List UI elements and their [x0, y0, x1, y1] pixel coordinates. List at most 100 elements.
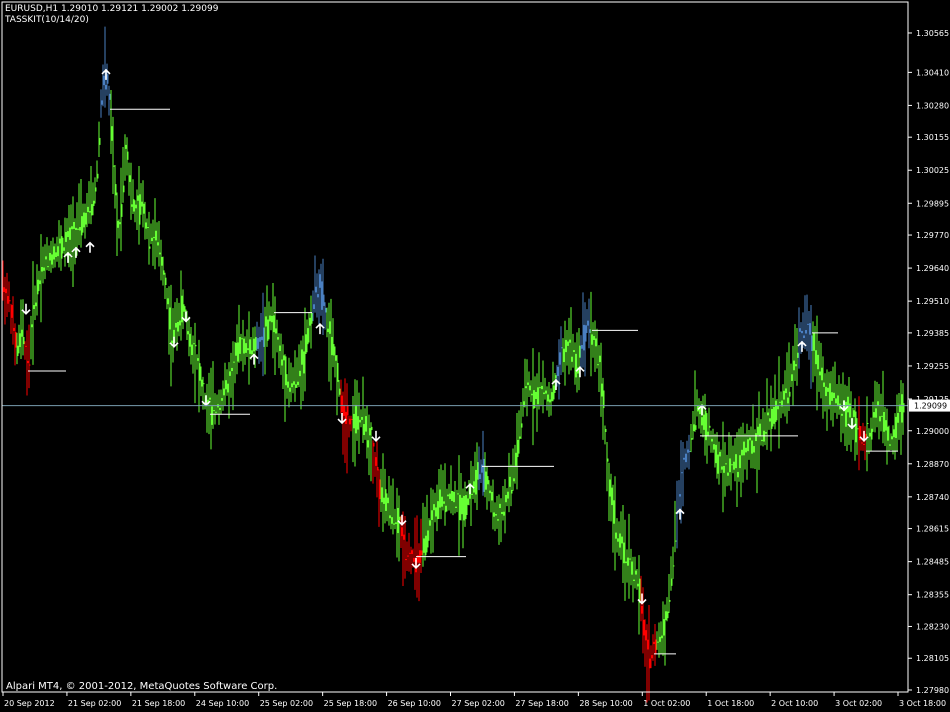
price-bar-body — [614, 532, 617, 539]
price-bar-body — [680, 472, 683, 474]
price-bar-body — [872, 412, 875, 418]
price-bar-body — [104, 84, 107, 90]
price-bar-body — [758, 423, 761, 437]
x-tick-label: 21 Sep 18:00 — [132, 699, 185, 708]
price-bar-body — [658, 636, 661, 642]
price-bar-body — [290, 383, 293, 388]
price-bar-body — [160, 257, 163, 266]
price-bar-body — [220, 398, 223, 401]
price-bar-body — [144, 222, 147, 229]
price-bar-body — [286, 381, 289, 388]
price-bar-body — [630, 561, 633, 575]
price-bar-body — [242, 338, 245, 354]
price-bar-body — [462, 495, 465, 521]
price-bar-body — [794, 364, 797, 367]
price-bar-body — [590, 334, 593, 345]
price-bar-body — [766, 412, 769, 416]
price-bar-body — [694, 425, 697, 430]
price-bar-body — [120, 204, 123, 217]
price-bar-body — [800, 330, 803, 334]
price-bar-body — [726, 472, 729, 476]
y-tick-label: 1.29895 — [916, 199, 949, 208]
price-bar-body — [386, 497, 389, 504]
price-bar-body — [834, 398, 837, 404]
price-chart[interactable]: 1.30565 1.30410 1.30280 1.30155 1.30025 1.298… — [0, 0, 950, 712]
price-bar-body — [754, 433, 757, 442]
price-bar-body — [222, 388, 225, 396]
price-bar-body — [706, 431, 709, 436]
price-bar-body — [248, 339, 251, 354]
price-bar-body — [862, 444, 865, 446]
sell-arrow-icon — [371, 430, 381, 442]
y-tick-label: 1.28485 — [916, 558, 949, 567]
x-tick-label: 25 Sep 18:00 — [324, 699, 377, 708]
price-bar-body — [646, 639, 649, 650]
price-bar-body — [700, 417, 703, 426]
price-bar-body — [808, 323, 811, 335]
price-bar-body — [282, 355, 285, 361]
price-bar-body — [798, 328, 801, 332]
price-bar-body — [610, 487, 613, 506]
price-bar-body — [644, 630, 647, 641]
price-bar-body — [62, 247, 65, 251]
price-bar-body — [690, 438, 693, 440]
price-bar-body — [712, 444, 715, 450]
price-bar-body — [632, 579, 635, 582]
price-bar-body — [410, 550, 413, 554]
price-bar-body — [352, 413, 355, 429]
price-bar-body — [194, 344, 197, 347]
price-bar-body — [520, 423, 523, 428]
price-bar-body — [112, 165, 115, 167]
price-bar-body — [530, 393, 533, 396]
price-bar-body — [344, 411, 347, 424]
price-bar-body — [320, 281, 323, 310]
price-bar-body — [296, 381, 299, 385]
price-bar-body — [224, 380, 227, 390]
price-bar-body — [2, 287, 5, 292]
price-bar-body — [12, 327, 15, 331]
price-bar-body — [432, 504, 435, 511]
price-bar-body — [362, 424, 365, 436]
price-bar-body — [350, 418, 353, 420]
price-bar-body — [262, 327, 265, 347]
price-bar-body — [744, 447, 747, 453]
price-bar-body — [346, 405, 349, 416]
price-bar-body — [278, 345, 281, 351]
price-bar-body — [788, 391, 791, 397]
price-bar-body — [264, 316, 267, 327]
price-bar-body — [528, 385, 531, 391]
price-bar-body — [292, 381, 295, 385]
price-bar-body — [474, 469, 477, 495]
price-bar-body — [420, 550, 423, 556]
price-bar-body — [210, 406, 213, 425]
price-bar-body — [496, 519, 499, 521]
price-bar-body — [196, 358, 199, 361]
price-bar-body — [82, 212, 85, 228]
price-bar-body — [244, 343, 247, 353]
price-bar-body — [498, 503, 501, 508]
price-bar-body — [486, 476, 489, 485]
price-bar-body — [722, 465, 725, 473]
price-bar-body — [728, 458, 731, 473]
price-bar-body — [274, 328, 277, 334]
price-bar-body — [154, 230, 157, 241]
price-bar-body — [336, 363, 339, 382]
y-tick-label: 1.30280 — [916, 101, 949, 110]
price-bar-body — [670, 578, 673, 586]
price-bar-body — [562, 348, 565, 363]
price-bar-body — [772, 407, 775, 424]
price-bar-body — [382, 497, 385, 504]
price-bar-body — [852, 410, 855, 417]
price-bar-body — [298, 370, 301, 377]
price-bar-body — [66, 231, 69, 238]
x-tick-label: 20 Sep 2012 — [4, 699, 55, 708]
price-bar-body — [238, 336, 241, 354]
price-bar-body — [556, 366, 559, 377]
x-tick-label: 2 Oct 10:00 — [771, 699, 818, 708]
price-bar-body — [428, 520, 431, 526]
y-tick-label: 1.29385 — [916, 329, 949, 338]
y-tick-label: 1.27980 — [916, 686, 949, 695]
price-bar-body — [750, 440, 753, 454]
arrow-stroke — [85, 241, 95, 253]
price-bar-body — [136, 195, 139, 201]
